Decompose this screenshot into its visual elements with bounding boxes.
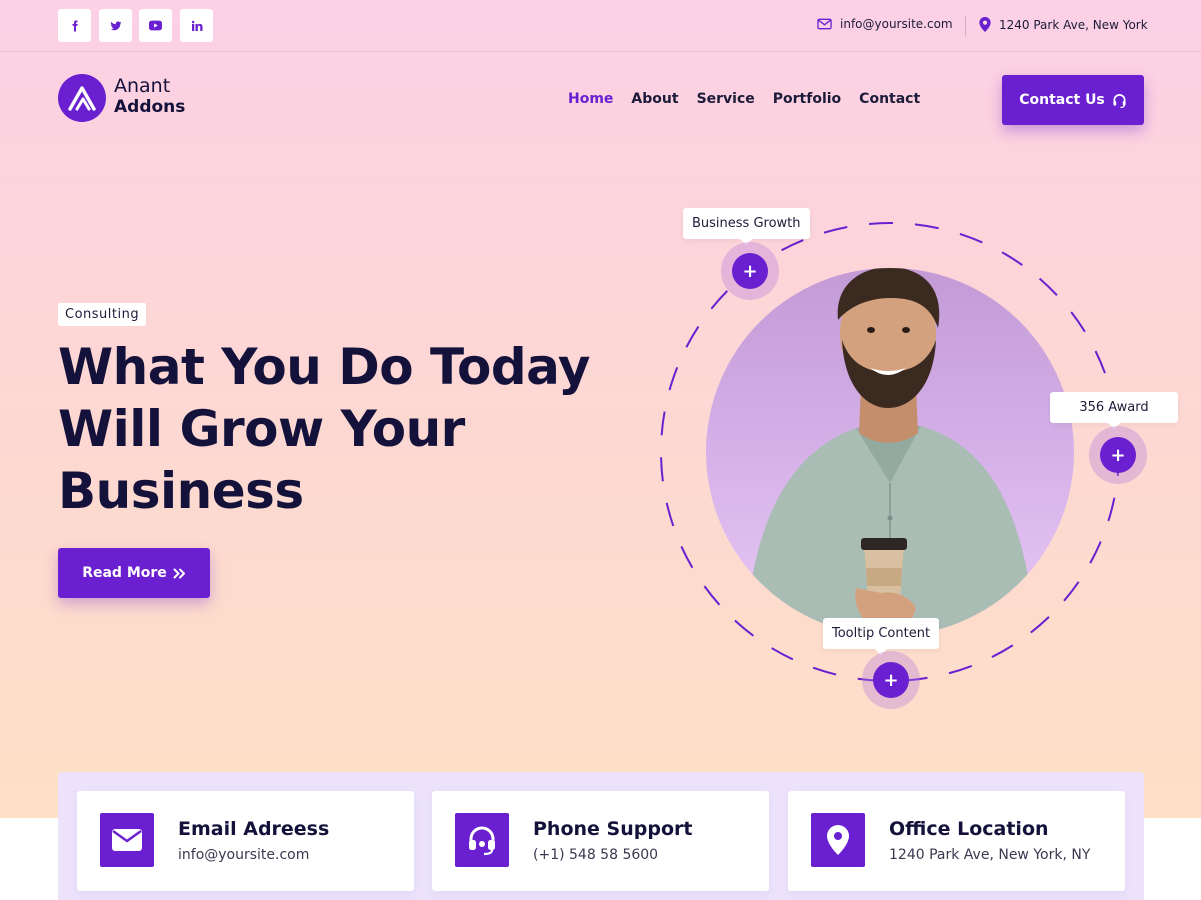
tooltip-award: 356 Award: [1050, 392, 1178, 429]
brand-line-2: Addons: [114, 97, 186, 117]
envelope-icon: [817, 18, 832, 30]
info-card-title: Email Adreess: [178, 818, 330, 840]
topbar-email[interactable]: info@yoursite.com: [817, 17, 953, 31]
headline-line-2: Will Grow Your: [58, 400, 465, 458]
read-more-label: Read More: [82, 565, 167, 581]
logo-icon[interactable]: [58, 74, 106, 122]
topbar-address-text: 1240 Park Ave, New York: [999, 17, 1148, 32]
plus-icon: +: [1100, 437, 1136, 473]
info-card-phone: Phone Support (+1) 548 58 5600: [432, 791, 769, 891]
hero-headline: What You Do Today Will Grow Your Busines…: [58, 336, 618, 522]
nav-item-home[interactable]: Home: [568, 91, 613, 107]
read-more-button[interactable]: Read More: [58, 548, 210, 598]
nav-item-about[interactable]: About: [631, 91, 678, 107]
nav-item-contact[interactable]: Contact: [859, 91, 920, 107]
tooltip-content: Tooltip Content: [823, 618, 940, 655]
headline-line-3: Business: [58, 462, 304, 520]
map-pin-icon: [979, 17, 991, 32]
hotspot-award[interactable]: +: [1089, 426, 1147, 484]
hero-badge: Consulting: [58, 303, 147, 326]
nav-item-portfolio[interactable]: Portfolio: [773, 91, 841, 107]
nav-item-service[interactable]: Service: [697, 91, 755, 107]
top-bar: info@yoursite.com 1240 Park Ave, New Yor…: [0, 0, 1201, 52]
plus-icon: +: [873, 662, 909, 698]
hero-visual: Business Growth + 356 Award + Tooltip Co…: [640, 200, 1180, 720]
info-card-email: Email Adreess info@yoursite.com: [77, 791, 414, 891]
twitter-icon[interactable]: [99, 9, 132, 42]
topbar-divider: [965, 16, 966, 36]
contact-us-button[interactable]: Contact Us: [1002, 75, 1144, 125]
main-nav: Home About Service Portfolio Contact: [568, 91, 920, 107]
contact-us-label: Contact Us: [1019, 92, 1105, 108]
topbar-email-text: info@yoursite.com: [840, 17, 953, 31]
hotspot-business-growth[interactable]: +: [721, 242, 779, 300]
topbar-address: 1240 Park Ave, New York: [979, 17, 1148, 32]
envelope-icon: [100, 813, 154, 867]
tooltip-business-growth: Business Growth: [683, 208, 810, 245]
plus-icon: +: [732, 253, 768, 289]
headline-line-1: What You Do Today: [58, 338, 590, 396]
hotspot-tooltip-content[interactable]: +: [862, 651, 920, 709]
info-card-location: Office Location 1240 Park Ave, New York,…: [788, 791, 1125, 891]
headset-icon: [455, 813, 509, 867]
brand-line-1: Anant: [114, 75, 171, 97]
linkedin-icon[interactable]: [180, 9, 213, 42]
info-card-value[interactable]: info@yoursite.com: [178, 847, 309, 863]
info-card-title: Phone Support: [533, 818, 693, 840]
consultant-portrait: [706, 268, 1074, 636]
map-pin-icon: [811, 813, 865, 867]
youtube-icon[interactable]: [139, 9, 172, 42]
info-card-value[interactable]: (+1) 548 58 5600: [533, 847, 658, 863]
info-card-value[interactable]: 1240 Park Ave, New York, NY: [889, 847, 1090, 863]
facebook-icon[interactable]: [58, 9, 91, 42]
headset-icon: [1113, 93, 1126, 108]
info-card-title: Office Location: [889, 818, 1049, 840]
brand-name[interactable]: Anant Addons: [114, 76, 185, 118]
double-chevron-right-icon: [173, 568, 185, 578]
